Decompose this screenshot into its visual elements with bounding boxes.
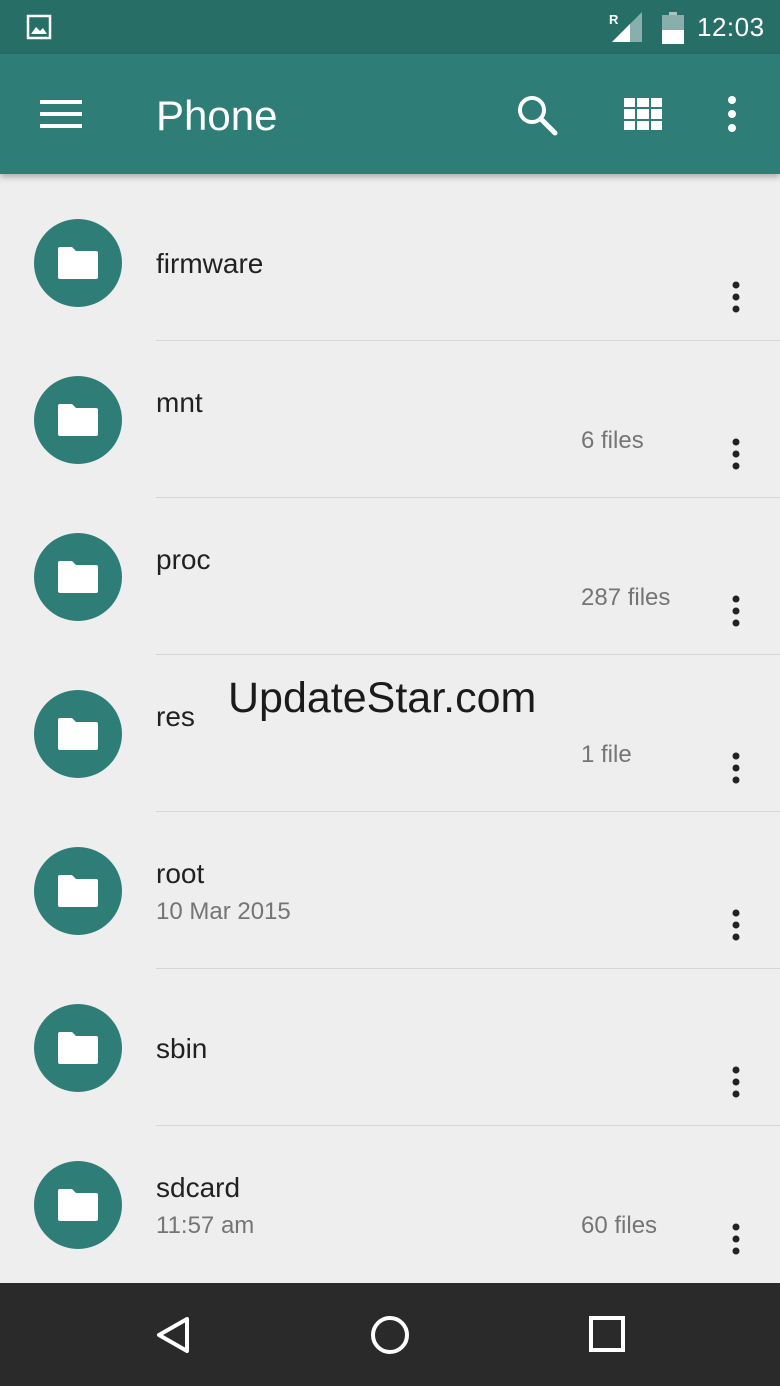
folder-icon (34, 1161, 122, 1249)
signal-icon: R (608, 12, 646, 49)
more-vert-icon[interactable] (724, 94, 740, 139)
item-more-icon[interactable] (724, 908, 748, 942)
file-count: 287 files (581, 584, 671, 611)
file-count: 6 files (581, 427, 644, 454)
file-name: sdcard (156, 1172, 241, 1203)
file-name: proc (156, 544, 211, 575)
file-count: 60 files (581, 1212, 658, 1239)
file-date: 10 Mar 2015 (156, 898, 291, 925)
list-item[interactable]: sbin (0, 969, 780, 1126)
navigation-bar (0, 1283, 780, 1386)
file-name: firmware (156, 248, 264, 279)
status-clock: 12:03 (697, 12, 765, 42)
folder-icon (34, 533, 122, 621)
back-icon[interactable] (153, 1315, 193, 1360)
app-bar: Phone (0, 54, 780, 174)
file-list: firmware mnt 6 files proc 287 files res … (0, 184, 780, 1283)
home-icon[interactable] (369, 1314, 411, 1361)
file-name: res (156, 701, 195, 732)
file-name: mnt (156, 387, 203, 418)
item-more-icon[interactable] (724, 1065, 748, 1099)
gallery-notification-icon (26, 14, 52, 45)
list-item[interactable]: firmware (0, 184, 780, 341)
page-title: Phone (156, 92, 278, 139)
folder-icon (34, 690, 122, 778)
file-name: sbin (156, 1033, 208, 1064)
folder-icon (34, 847, 122, 935)
item-more-icon[interactable] (724, 437, 748, 471)
search-icon[interactable] (516, 94, 558, 141)
file-name: root (156, 858, 205, 889)
list-item[interactable]: root 10 Mar 2015 (0, 812, 780, 969)
file-date: 11:57 am (156, 1212, 255, 1239)
folder-icon (34, 219, 122, 307)
status-bar: R 12:03 (0, 0, 780, 54)
list-item[interactable]: proc 287 files (0, 498, 780, 655)
folder-icon (34, 1004, 122, 1092)
item-more-icon[interactable] (724, 594, 748, 628)
watermark: UpdateStar.com (228, 674, 537, 722)
item-more-icon[interactable] (724, 280, 748, 314)
recents-icon[interactable] (589, 1316, 625, 1357)
list-item[interactable]: sdcard 11:57 am 60 files (0, 1126, 780, 1283)
grid-view-icon[interactable] (624, 98, 662, 135)
battery-icon (662, 12, 684, 49)
item-more-icon[interactable] (724, 1222, 748, 1256)
menu-icon[interactable] (40, 100, 82, 133)
file-count: 1 file (581, 741, 632, 768)
list-item[interactable]: mnt 6 files (0, 341, 780, 498)
roaming-indicator: R (609, 12, 619, 27)
item-more-icon[interactable] (724, 751, 748, 785)
folder-icon (34, 376, 122, 464)
